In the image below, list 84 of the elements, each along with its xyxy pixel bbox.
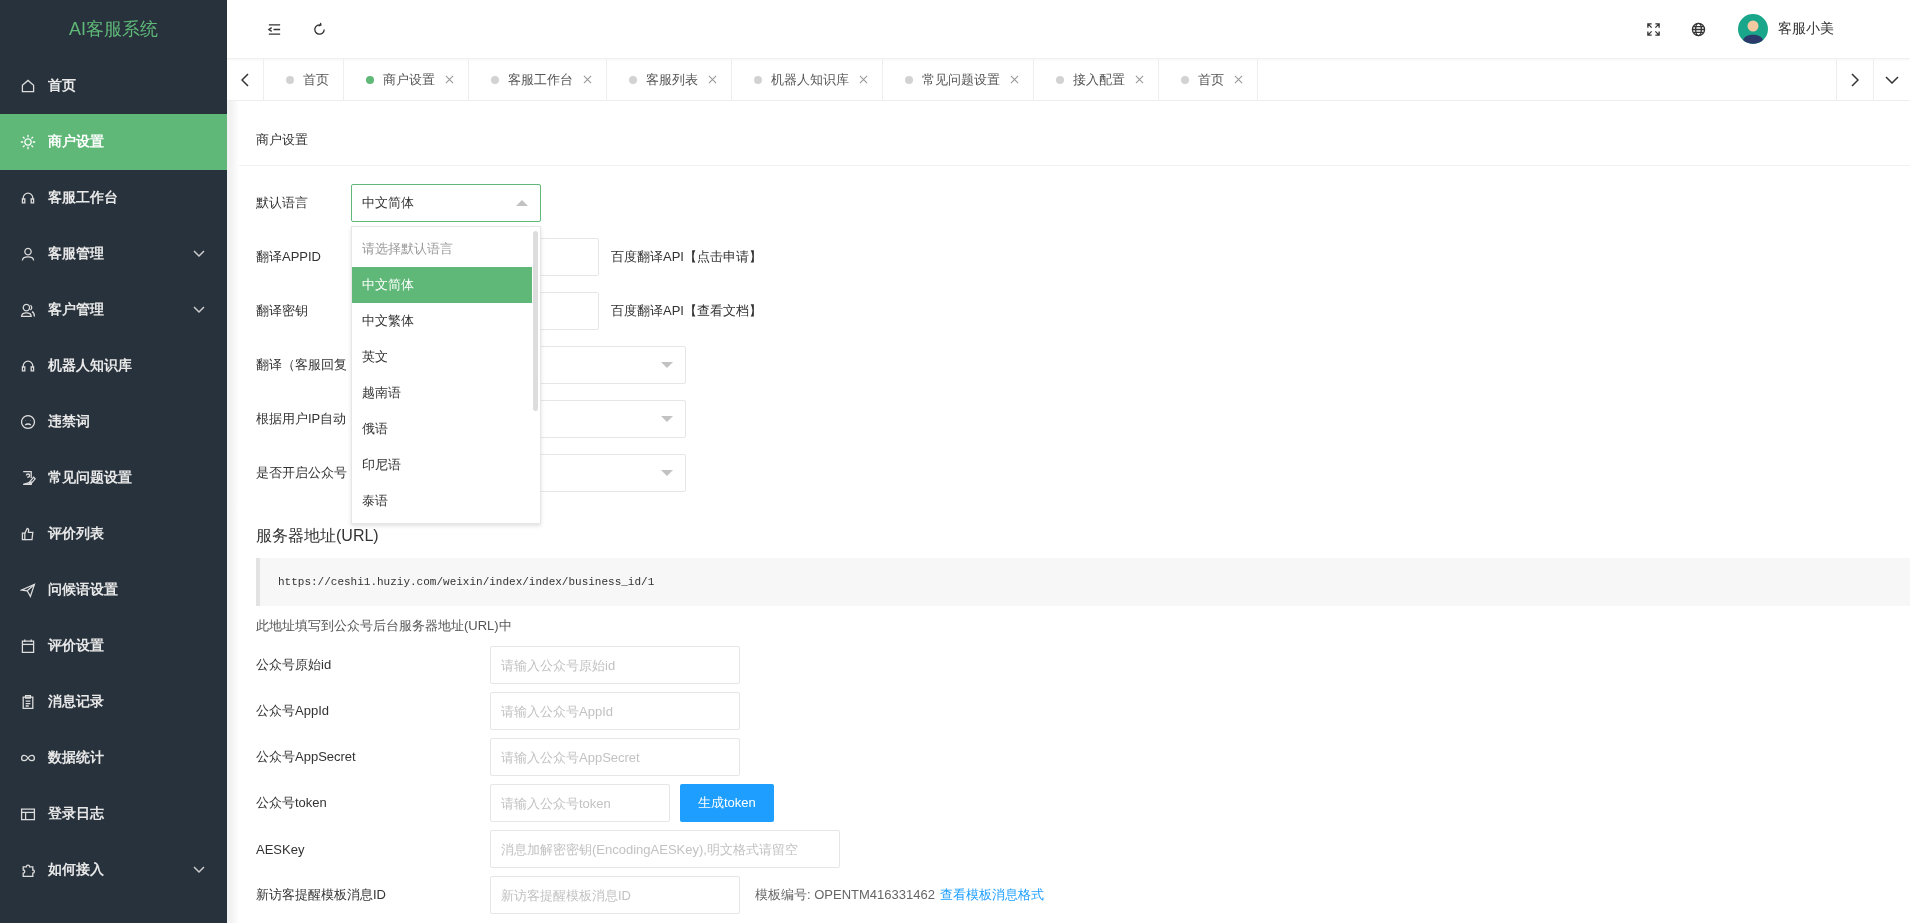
hint-text: 模板编号: OPENTM416331462 xyxy=(755,886,935,904)
help-text: 此地址填写到公众号后台服务器地址(URL)中 xyxy=(256,617,513,635)
field-label: AESKey xyxy=(256,841,306,857)
page-tab[interactable]: 首页 xyxy=(264,59,344,100)
avatar-icon[interactable] xyxy=(1738,14,1768,44)
sidebar-item[interactable]: 数据统计 xyxy=(0,730,227,786)
sidebar-item[interactable]: 常见问题设置 xyxy=(0,450,227,506)
sidebar-item[interactable]: 评价设置 xyxy=(0,618,227,674)
field-label: 公众号AppSecret xyxy=(256,748,357,766)
app-logo-text: AI客服系统 xyxy=(68,18,159,41)
clipboard-icon xyxy=(20,694,36,710)
fullscreen-icon[interactable] xyxy=(1646,21,1661,37)
api-link[interactable]: 百度翻译API【查看文档】 xyxy=(611,302,762,320)
chevron-down-icon xyxy=(193,306,205,314)
sidebar-item[interactable]: 登录日志 xyxy=(0,786,227,842)
card-title: 商户设置 xyxy=(239,115,1910,166)
headset-icon xyxy=(20,190,36,206)
section-heading: 服务器地址(URL) xyxy=(256,526,380,546)
page-tab[interactable]: 商户设置 xyxy=(344,59,469,100)
dropdown-option[interactable]: 中文繁体 xyxy=(352,303,532,339)
dropdown-option[interactable]: 泰语 xyxy=(352,483,532,519)
chevron-right-icon xyxy=(1851,72,1859,87)
input-field[interactable]: 新访客提醒模板消息ID xyxy=(490,876,740,914)
sidebar-item[interactable]: 客服管理 xyxy=(0,226,227,282)
scrollbar-thumb[interactable] xyxy=(533,231,538,411)
language-select[interactable]: 中文简体 xyxy=(351,184,541,222)
page-tab[interactable]: 首页 xyxy=(1159,59,1258,100)
close-icon[interactable] xyxy=(1135,75,1144,84)
sidebar-item[interactable]: 如何接入 xyxy=(0,842,227,898)
calendar-icon xyxy=(20,638,36,654)
field-label: 公众号AppId xyxy=(256,702,330,720)
field-label: 公众号token xyxy=(256,794,328,812)
thumbs-up-icon xyxy=(20,526,36,542)
user-icon xyxy=(20,246,36,262)
puzzle-icon xyxy=(20,862,36,878)
sidebar-item[interactable]: 首页 xyxy=(0,58,227,114)
api-link[interactable]: 百度翻译API【点击申请】 xyxy=(611,248,762,266)
close-icon[interactable] xyxy=(859,75,868,84)
page-tab[interactable]: 客服列表 xyxy=(607,59,732,100)
page-tab[interactable]: 常见问题设置 xyxy=(883,59,1034,100)
dropdown-option[interactable]: 越南语 xyxy=(352,375,532,411)
close-icon[interactable] xyxy=(1234,75,1243,84)
home-icon xyxy=(20,78,36,94)
page-tab[interactable]: 机器人知识库 xyxy=(732,59,883,100)
input-field[interactable]: 消息加解密密钥(EncodingAESKey),明文格式请留空 xyxy=(490,830,840,868)
sidebar-item[interactable]: 机器人知识库 xyxy=(0,338,227,394)
sidebar-item[interactable]: 问候语设置 xyxy=(0,562,227,618)
menu-fold-icon[interactable] xyxy=(267,21,282,37)
chevron-down-icon xyxy=(193,250,205,258)
chevron-left-icon xyxy=(241,72,249,87)
field-label: 新访客提醒模板消息ID xyxy=(256,886,387,904)
close-icon[interactable] xyxy=(1010,75,1019,84)
field-label: 根据用户IP自动 xyxy=(256,410,348,428)
page-tab[interactable]: 接入配置 xyxy=(1034,59,1159,100)
field-label: 是否开启公众号 xyxy=(256,464,348,482)
close-icon[interactable] xyxy=(708,75,717,84)
headset-icon xyxy=(20,358,36,374)
field-label: 公众号原始id xyxy=(256,656,333,674)
field-label: 默认语言 xyxy=(256,194,309,212)
globe-icon[interactable] xyxy=(1691,21,1706,37)
window-icon xyxy=(20,806,36,822)
sidebar-item[interactable]: 违禁词 xyxy=(0,394,227,450)
user-name[interactable]: 客服小美 xyxy=(1778,20,1834,38)
close-icon[interactable] xyxy=(583,75,592,84)
users-icon xyxy=(20,302,36,318)
chevron-down-icon xyxy=(193,866,205,874)
chevron-down-icon xyxy=(1885,75,1899,84)
sidebar-item[interactable]: 消息记录 xyxy=(0,674,227,730)
dropdown-option[interactable]: 英文 xyxy=(352,339,532,375)
refresh-icon[interactable] xyxy=(312,21,327,37)
sidebar-item[interactable]: 客户管理 xyxy=(0,282,227,338)
page-tab[interactable]: 客服工作台 xyxy=(469,59,607,100)
close-icon[interactable] xyxy=(445,75,454,84)
dropdown-option[interactable]: 印尼语 xyxy=(352,447,532,483)
field-label: 翻译密钥 xyxy=(256,302,309,320)
sidebar-item[interactable]: 客服工作台 xyxy=(0,170,227,226)
send-icon xyxy=(20,582,36,598)
field-label: 翻译APPID xyxy=(256,248,322,266)
sad-face-icon xyxy=(20,414,36,430)
dropdown-option[interactable]: 俄语 xyxy=(352,411,532,447)
url-code-block: https://ceshi1.huziy.com/weixin/index/index/business_id/1 xyxy=(256,558,1910,606)
field-label: 翻译（客服回复 xyxy=(256,356,348,374)
edit-note-icon xyxy=(20,470,36,486)
sidebar-item[interactable]: 评价列表 xyxy=(0,506,227,562)
